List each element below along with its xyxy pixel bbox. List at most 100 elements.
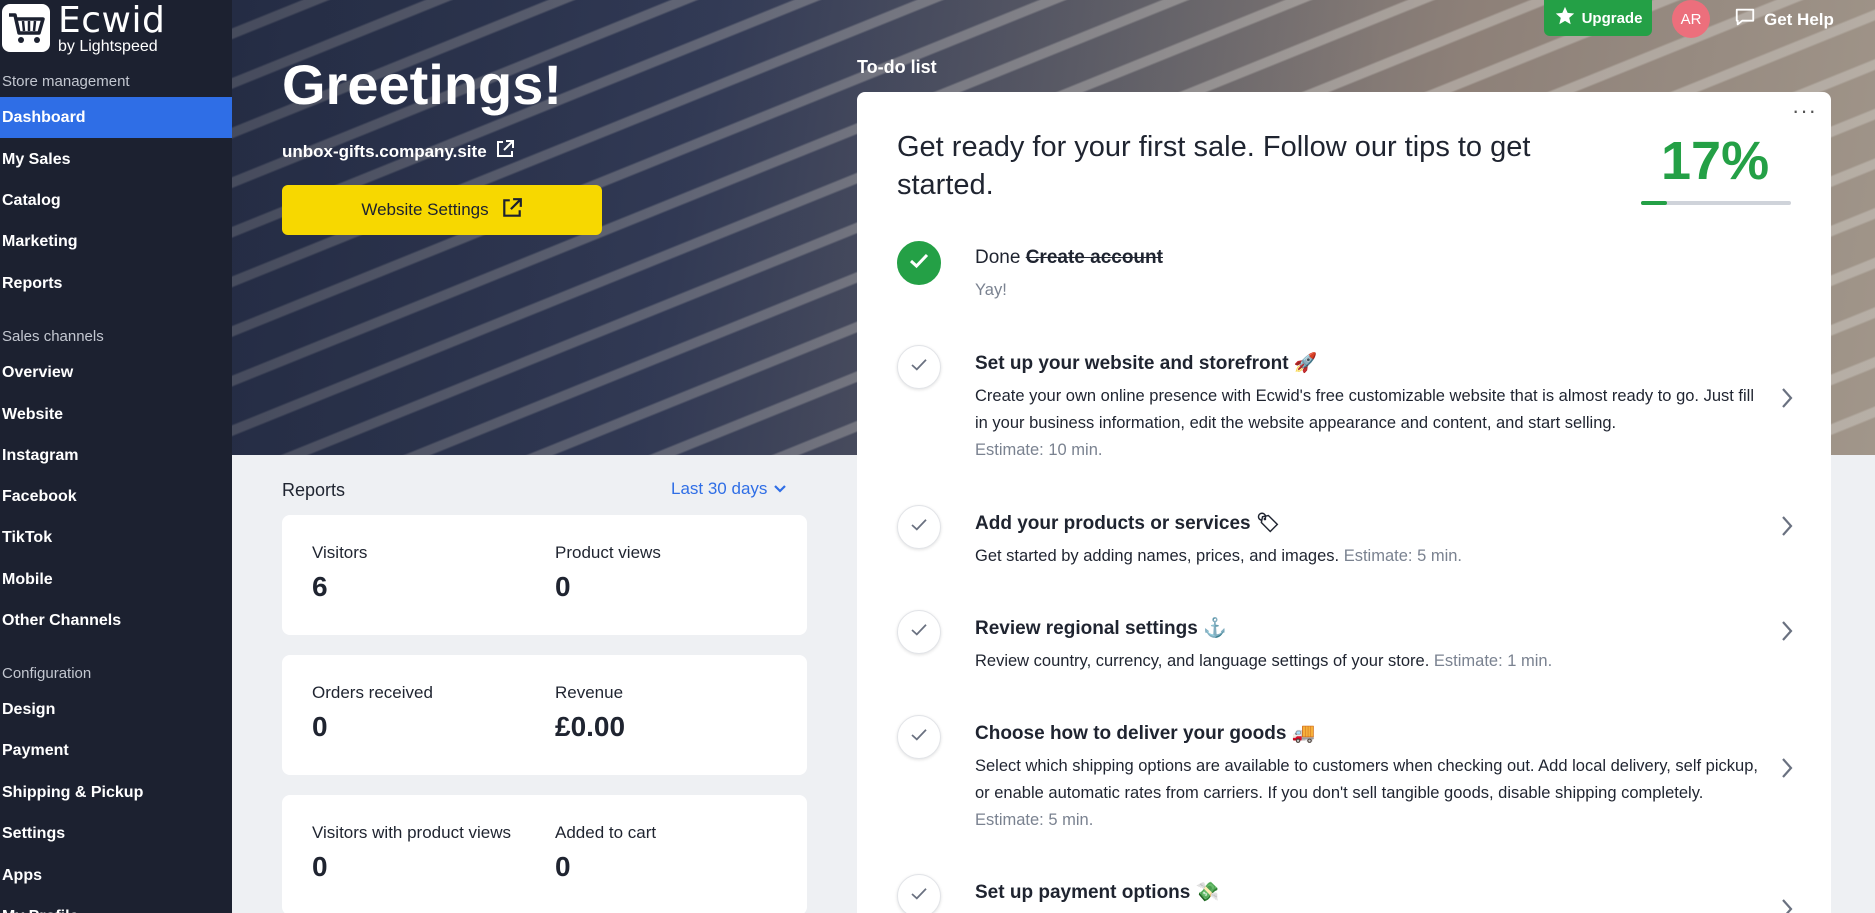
truck-icon: 🚚 [1291,723,1316,744]
task-checkbox[interactable] [897,874,941,913]
period-label: Last 30 days [671,479,768,498]
section-store-management: Store management [2,73,130,90]
section-configuration: Configuration [2,665,92,682]
stat-value: £0.00 [555,711,626,742]
task-title-text: Set up payment options [975,882,1191,903]
progress-bar-fill [1641,201,1667,205]
sidebar-item-reports[interactable]: Reports [0,263,232,304]
task-title-text: Review regional settings [975,618,1198,639]
brand-name: Ecwid [58,0,166,41]
checkmark-icon [910,518,928,537]
avatar[interactable]: AR [1672,0,1710,38]
sidebar-item-design[interactable]: Design [0,689,232,730]
sidebar-item-settings[interactable]: Settings [0,813,232,854]
chevron-right-icon[interactable] [1781,898,1793,913]
task-title-text: Choose how to deliver your goods [975,723,1287,744]
get-help-button[interactable]: Get Help [1734,6,1834,33]
sidebar-item-other-channels[interactable]: Other Channels [0,600,232,641]
todo-card: ··· Get ready for your first sale. Follo… [857,92,1831,913]
more-menu-icon[interactable]: ··· [1792,98,1817,124]
stat-label: Added to cart [555,823,657,842]
task-checkbox[interactable] [897,505,941,549]
external-link-icon [501,197,523,224]
stat-value: 0 [312,851,328,882]
stat-label: Product views [555,543,661,562]
task-title: Choose how to deliver your goods 🚚 [975,721,1765,745]
task-desc-text: Review country, currency, and language s… [975,652,1430,670]
stat-value: 0 [555,571,571,602]
task-estimate: Estimate: 1 min. [1433,652,1553,670]
sidebar-item-mobile[interactable]: Mobile [0,559,232,600]
sidebar-item-tiktok[interactable]: TikTok [0,517,232,558]
sidebar-item-my-sales[interactable]: My Sales [0,139,232,180]
sidebar: Ecwid by Lightspeed Store management Das… [0,0,232,913]
brand-sub: by Lightspeed [58,38,158,55]
website-settings-label: Website Settings [361,200,489,219]
task-title: Done Create account [975,247,1765,269]
progress-bar [1641,201,1791,205]
stats-card-funnel: Visitors with product views 0 Added to c… [282,795,807,913]
store-url-link[interactable]: unbox-gifts.company.site [282,139,515,164]
website-settings-button[interactable]: Website Settings [282,185,602,235]
cart-logo-icon [2,4,50,52]
reports-title: Reports [282,480,346,500]
stat-value: 0 [555,851,571,882]
task-desc: Review country, currency, and language s… [975,648,1765,675]
stat-label: Visitors with product views [312,823,512,842]
chevron-right-icon[interactable] [1781,387,1793,414]
sidebar-item-my-profile[interactable]: My Profile [0,896,232,913]
ecwid-logo[interactable]: Ecwid by Lightspeed [2,0,166,58]
period-dropdown[interactable]: Last 30 days [671,479,787,499]
sidebar-item-catalog[interactable]: Catalog [0,180,232,221]
stat-value: 6 [312,571,328,602]
task-desc: Get started by adding names, prices, and… [975,543,1765,570]
stat-visitors: Visitors 6 [312,543,367,603]
sidebar-item-website[interactable]: Website [0,394,232,435]
sidebar-item-shipping-pickup[interactable]: Shipping & Pickup [0,772,232,813]
sidebar-item-payment[interactable]: Payment [0,730,232,771]
todo-title: To-do list [857,57,937,77]
chevron-right-icon[interactable] [1781,757,1793,784]
task-estimate: Estimate: 5 min. [975,811,1094,829]
task-desc-text: Get started by adding names, prices, and… [975,547,1340,565]
get-help-label: Get Help [1764,9,1834,29]
task-checkbox[interactable] [897,345,941,389]
progress-percent: 17% [1661,131,1770,191]
sidebar-item-overview[interactable]: Overview [0,352,232,393]
task-checkbox[interactable] [897,715,941,759]
todo-heading: Get ready for your first sale. Follow ou… [897,131,1531,201]
task-title: Review regional settings ⚓ [975,616,1765,640]
star-icon [1554,5,1576,31]
stat-visitors-with-product-views: Visitors with product views 0 [312,823,511,883]
stat-added-to-cart: Added to cart 0 [555,823,656,883]
task-desc: Select which shipping options are availa… [975,753,1765,834]
sidebar-item-marketing[interactable]: Marketing [0,221,232,262]
sidebar-item-instagram[interactable]: Instagram [0,435,232,476]
task-checkbox[interactable] [897,241,941,285]
money-icon: 💸 [1195,882,1220,903]
checkmark-icon [910,887,928,906]
checkmark-icon [910,623,928,642]
chevron-right-icon[interactable] [1781,620,1793,647]
sidebar-item-dashboard[interactable]: Dashboard [0,97,232,138]
sidebar-item-facebook[interactable]: Facebook [0,476,232,517]
stats-card-orders: Orders received 0 Revenue £0.00 [282,655,807,775]
stat-orders-received: Orders received 0 [312,683,433,743]
upgrade-button[interactable]: Upgrade [1544,0,1652,36]
anchor-icon: ⚓ [1203,618,1227,639]
task-done-label: Done [975,247,1021,268]
task-checkbox[interactable] [897,610,941,654]
checkmark-icon [909,253,929,274]
stats-card-visitors: Visitors 6 Product views 0 [282,515,807,635]
task-estimate: Estimate: 10 min. [975,441,1103,459]
chevron-down-icon [773,479,787,499]
sidebar-item-apps[interactable]: Apps [0,855,232,896]
stat-label: Visitors [312,543,368,562]
task-estimate: Estimate: 5 min. [1343,547,1463,565]
task-title-text: Add your products or services [975,513,1251,534]
task-desc: Create your own online presence with Ecw… [975,383,1765,464]
upgrade-label: Upgrade [1581,9,1643,27]
task-title-text: Set up your website and storefront [975,353,1289,374]
chevron-right-icon[interactable] [1781,515,1793,542]
stat-label: Revenue [555,683,624,702]
